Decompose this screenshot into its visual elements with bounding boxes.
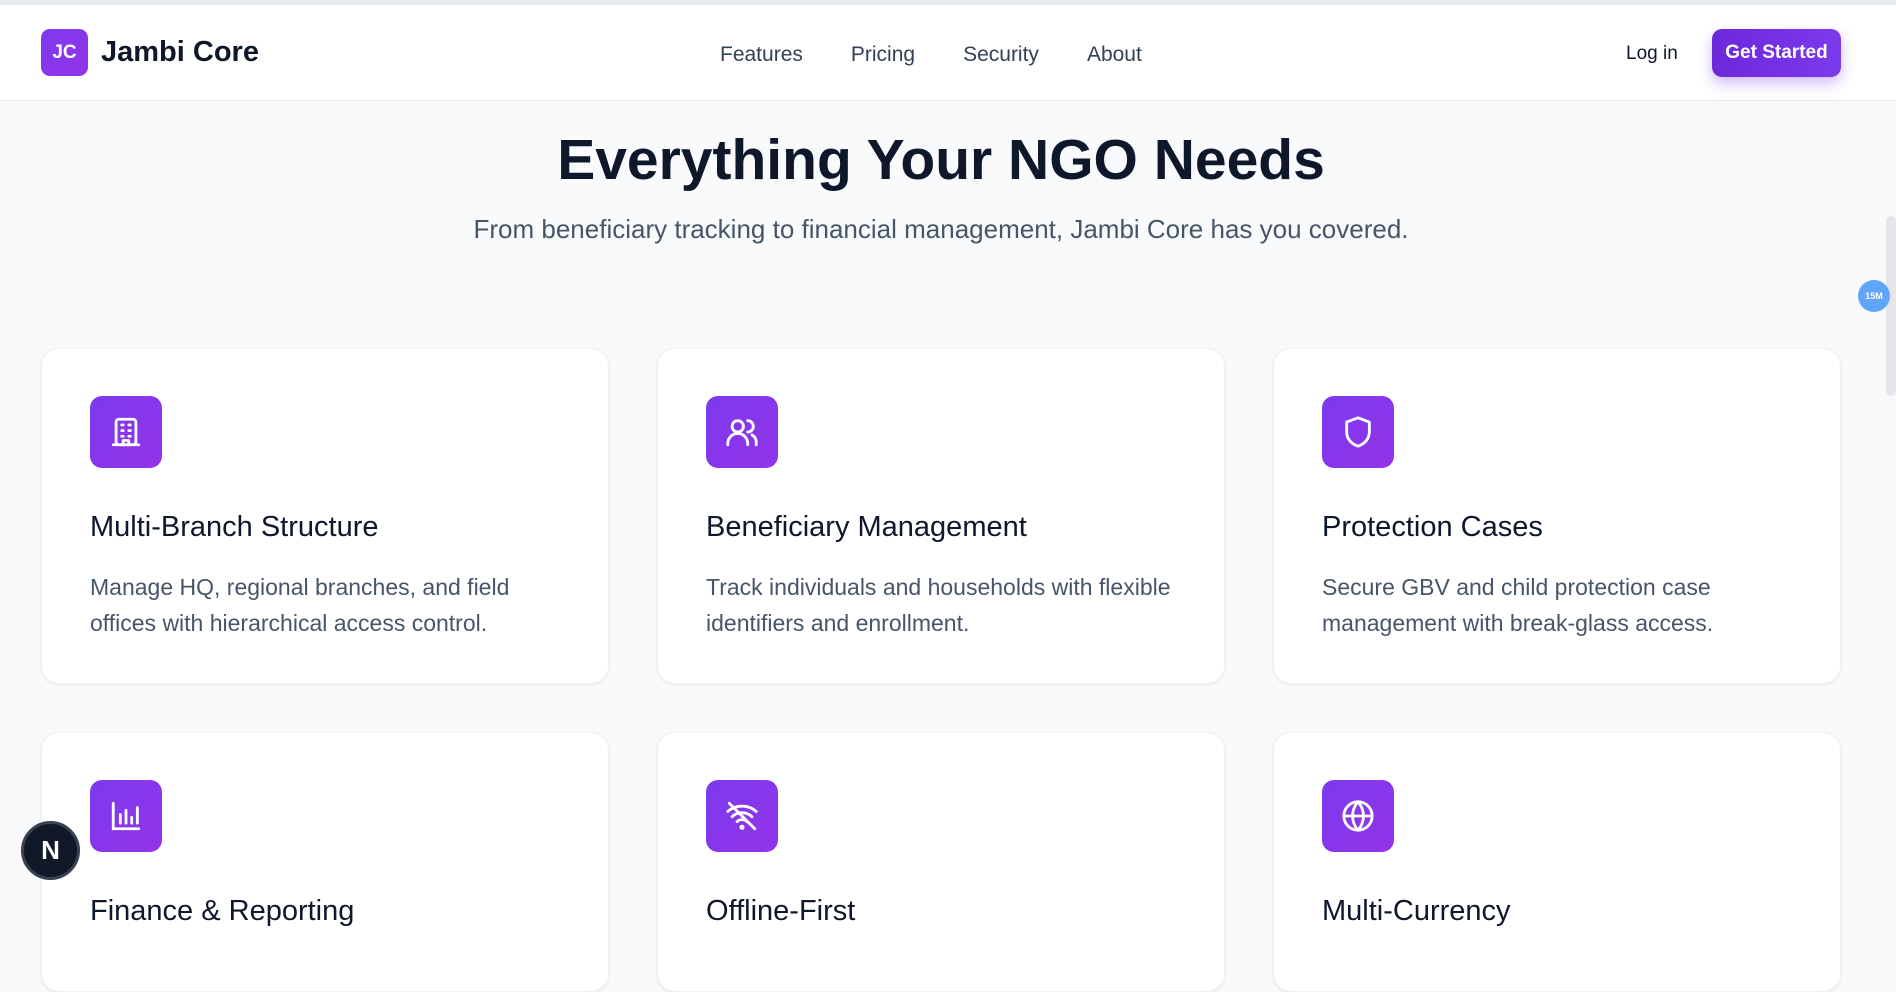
feature-card-multi-branch: Multi-Branch Structure Manage HQ, region…: [41, 348, 609, 684]
feature-title: Multi-Branch Structure: [90, 511, 379, 543]
feature-title: Finance & Reporting: [90, 895, 355, 927]
bar-chart-icon: [90, 780, 162, 852]
feature-description: Manage HQ, regional branches, and field …: [90, 574, 510, 636]
nav-about[interactable]: About: [1087, 43, 1142, 67]
feature-card-finance: Finance & Reporting: [41, 732, 609, 992]
feature-title: Protection Cases: [1322, 511, 1543, 543]
dev-tools-button[interactable]: N: [21, 821, 80, 880]
login-link[interactable]: Log in: [1626, 43, 1678, 65]
shield-icon: [1322, 396, 1394, 468]
feature-title: Beneficiary Management: [706, 511, 1027, 543]
building-icon: [90, 396, 162, 468]
get-started-button[interactable]: Get Started: [1712, 29, 1841, 77]
nav-features[interactable]: Features: [720, 43, 803, 67]
scrollbar[interactable]: [1886, 216, 1896, 396]
floating-badge[interactable]: 15M: [1858, 280, 1890, 312]
nav-security[interactable]: Security: [963, 43, 1039, 67]
main-nav: Features Pricing Security About: [720, 43, 1142, 67]
feature-description: Track individuals and households with fl…: [706, 574, 1171, 636]
feature-card-offline: Offline-First: [657, 732, 1225, 992]
brand-name: Jambi Core: [101, 36, 259, 68]
feature-card-currency: Multi-Currency: [1273, 732, 1841, 992]
feature-card-beneficiary: Beneficiary Management Track individuals…: [657, 348, 1225, 684]
feature-card-protection: Protection Cases Secure GBV and child pr…: [1273, 348, 1841, 684]
nav-pricing[interactable]: Pricing: [851, 43, 915, 67]
feature-title: Offline-First: [706, 895, 856, 927]
globe-icon: [1322, 780, 1394, 852]
logo[interactable]: JC Jambi Core: [41, 29, 259, 76]
wifi-off-icon: [706, 780, 778, 852]
feature-description: Secure GBV and child protection case man…: [1322, 574, 1714, 636]
site-header: JC Jambi Core Features Pricing Security …: [0, 5, 1896, 101]
logo-mark: JC: [41, 29, 88, 76]
section-subtitle: From beneficiary tracking to financial m…: [473, 214, 1409, 244]
users-icon: [706, 396, 778, 468]
feature-title: Multi-Currency: [1322, 895, 1511, 927]
section-title: Everything Your NGO Needs: [557, 128, 1325, 192]
